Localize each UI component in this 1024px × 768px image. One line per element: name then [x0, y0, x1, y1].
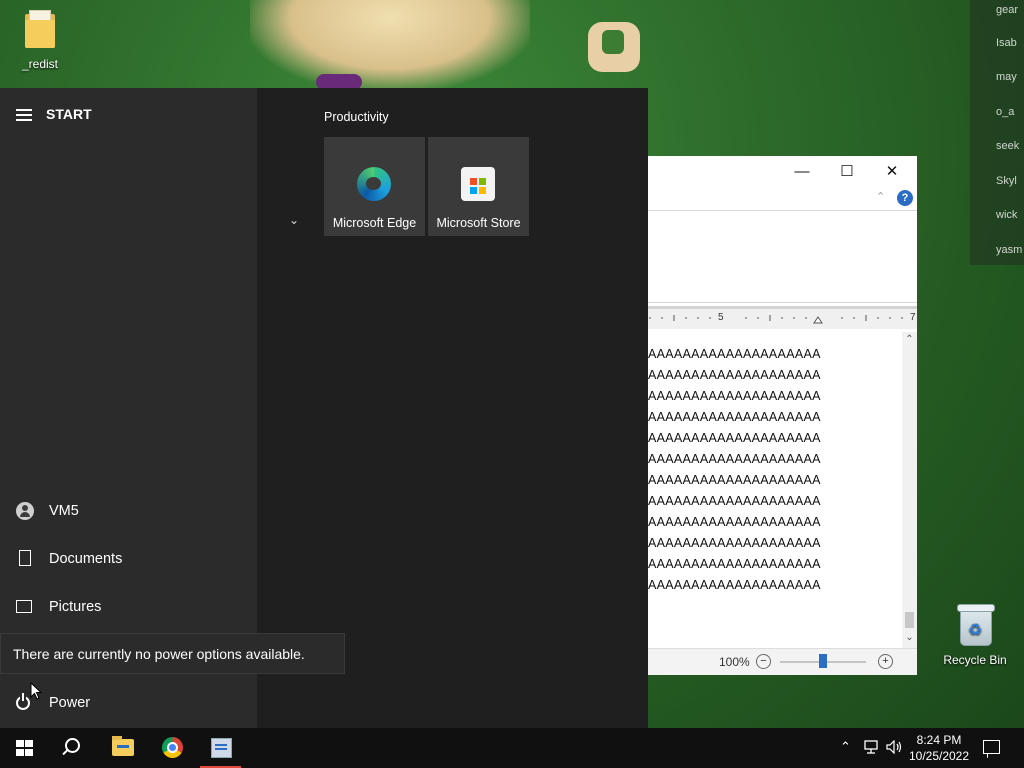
chat-fragment: may	[996, 71, 1017, 83]
ruler-ticks	[649, 315, 903, 324]
documents-label: Documents	[49, 551, 123, 567]
chat-fragment: wick	[996, 209, 1018, 221]
tile-label: Microsoft Store	[436, 216, 521, 230]
pictures-label: Pictures	[49, 599, 102, 615]
maximize-button[interactable]: ☐	[832, 160, 862, 184]
scrollbar-thumb[interactable]	[905, 612, 914, 628]
desktop-icon-recycle-bin[interactable]: ♻ Recycle Bin	[940, 602, 1010, 667]
volume-icon[interactable]	[886, 739, 904, 757]
file-explorer-icon	[112, 736, 134, 756]
document-line: AAAAAAAAAAAAAAAAAAAA	[648, 536, 821, 550]
document-line: AAAAAAAAAAAAAAAAAAAA	[648, 389, 821, 403]
start-item-pictures[interactable]: Pictures	[0, 588, 257, 628]
power-label: Power	[49, 695, 91, 711]
start-menu: START VM5 Documents Pictures Power ⌄ Pro…	[0, 88, 648, 728]
document-line: AAAAAAAAAAAAAAAAAAAA	[648, 431, 821, 445]
chat-fragment: Isab	[996, 37, 1017, 49]
vertical-scrollbar[interactable]: ⌃ ⌄	[902, 332, 917, 648]
window-titlebar: — ☐ ✕	[648, 156, 917, 188]
start-button[interactable]	[0, 728, 48, 768]
chat-fragment: seek	[996, 140, 1020, 152]
windows-icon	[16, 740, 33, 756]
chrome-icon	[162, 737, 183, 758]
search-icon	[65, 738, 80, 753]
tile-group-title[interactable]: Productivity	[324, 110, 389, 124]
chat-fragment: Skyl	[996, 175, 1017, 187]
clock-date: 10/25/2022	[908, 749, 970, 763]
document-window: — ☐ ✕ ⌃ ? 5 7 AAAAAAAAAAAAAAAAAAAA AAAAA…	[648, 156, 917, 675]
wallpaper-figure	[250, 0, 530, 90]
tile-label: Microsoft Edge	[332, 216, 417, 230]
document-line: AAAAAAAAAAAAAAAAAAAA	[648, 368, 821, 382]
zoom-out-icon[interactable]: −	[756, 654, 771, 669]
start-item-user[interactable]: VM5	[0, 492, 257, 532]
start-item-documents[interactable]: Documents	[0, 540, 257, 580]
status-bar: 100% − +	[648, 648, 917, 675]
start-menu-sidebar: START VM5 Documents Pictures Power	[0, 88, 257, 728]
clock[interactable]: 8:24 PM 10/25/2022	[907, 732, 971, 764]
show-hidden-icons-icon[interactable]: ⌃	[840, 739, 851, 755]
user-icon	[16, 502, 34, 520]
zoom-in-icon[interactable]: +	[878, 654, 893, 669]
document-app-icon	[211, 738, 232, 758]
chat-fragment: yasm	[996, 244, 1023, 256]
pictures-icon	[16, 600, 32, 613]
start-title: START	[46, 106, 92, 122]
power-icon	[16, 693, 30, 710]
chat-fragment: gear	[996, 4, 1019, 16]
close-button[interactable]: ✕	[877, 160, 907, 184]
taskbar-document-app[interactable]	[197, 728, 245, 768]
tile-microsoft-edge[interactable]: Microsoft Edge	[324, 137, 425, 236]
desktop-icon-redist[interactable]: _redist	[10, 10, 70, 71]
document-line: AAAAAAAAAAAAAAAAAAAA	[648, 452, 821, 466]
collapse-ribbon-icon[interactable]: ⌃	[876, 190, 885, 203]
zoom-slider-thumb[interactable]	[819, 654, 827, 668]
store-icon	[461, 167, 495, 201]
document-body[interactable]: AAAAAAAAAAAAAAAAAAAA AAAAAAAAAAAAAAAAAAA…	[648, 332, 902, 648]
horizontal-ruler[interactable]: 5 7	[648, 306, 917, 329]
hamburger-menu-icon[interactable]	[16, 106, 32, 124]
zoom-level[interactable]: 100%	[719, 655, 750, 669]
recycle-bin-icon: ♻	[957, 602, 995, 646]
ribbon-bar: ⌃ ?	[648, 188, 917, 211]
search-button[interactable]	[48, 728, 96, 768]
taskbar-file-explorer[interactable]	[98, 728, 146, 768]
taskbar: ⌃ 8:24 PM 10/25/2022	[0, 728, 1024, 768]
tile-microsoft-store[interactable]: Microsoft Store	[428, 137, 529, 236]
notification-center-icon[interactable]	[983, 740, 1000, 754]
scroll-up-icon[interactable]: ⌃	[903, 334, 916, 348]
document-line: AAAAAAAAAAAAAAAAAAAA	[648, 494, 821, 508]
desktop-icon-label: _redist	[21, 57, 59, 71]
help-icon[interactable]: ?	[897, 190, 913, 206]
power-tooltip: There are currently no power options ava…	[0, 633, 345, 674]
document-line: AAAAAAAAAAAAAAAAAAAA	[648, 557, 821, 571]
document-line: AAAAAAAAAAAAAAAAAAAA	[648, 410, 821, 424]
document-line: AAAAAAAAAAAAAAAAAAAA	[648, 515, 821, 529]
chat-fragment: o_a	[996, 106, 1015, 118]
document-line: AAAAAAAAAAAAAAAAAAAA	[648, 347, 821, 361]
ruler-number: 7	[910, 312, 916, 323]
document-icon	[19, 550, 31, 566]
wallpaper-hand-gap	[602, 30, 624, 54]
scroll-down-icon[interactable]: ⌄	[903, 632, 916, 646]
desktop-icon-label: Recycle Bin	[943, 653, 1007, 667]
chevron-down-icon[interactable]: ⌄	[289, 213, 299, 227]
ruler-number: 5	[718, 312, 724, 323]
document-line: AAAAAAAAAAAAAAAAAAAA	[648, 473, 821, 487]
user-label: VM5	[49, 503, 79, 519]
folder-icon	[25, 10, 55, 48]
ruler-divider	[648, 302, 917, 303]
clock-time: 8:24 PM	[916, 733, 962, 747]
document-line: AAAAAAAAAAAAAAAAAAAA	[648, 578, 821, 592]
minimize-button[interactable]: —	[787, 160, 817, 184]
edge-icon	[357, 167, 391, 201]
network-icon[interactable]	[862, 740, 880, 757]
start-menu-header[interactable]: START	[16, 106, 92, 124]
taskbar-chrome[interactable]	[148, 728, 196, 768]
